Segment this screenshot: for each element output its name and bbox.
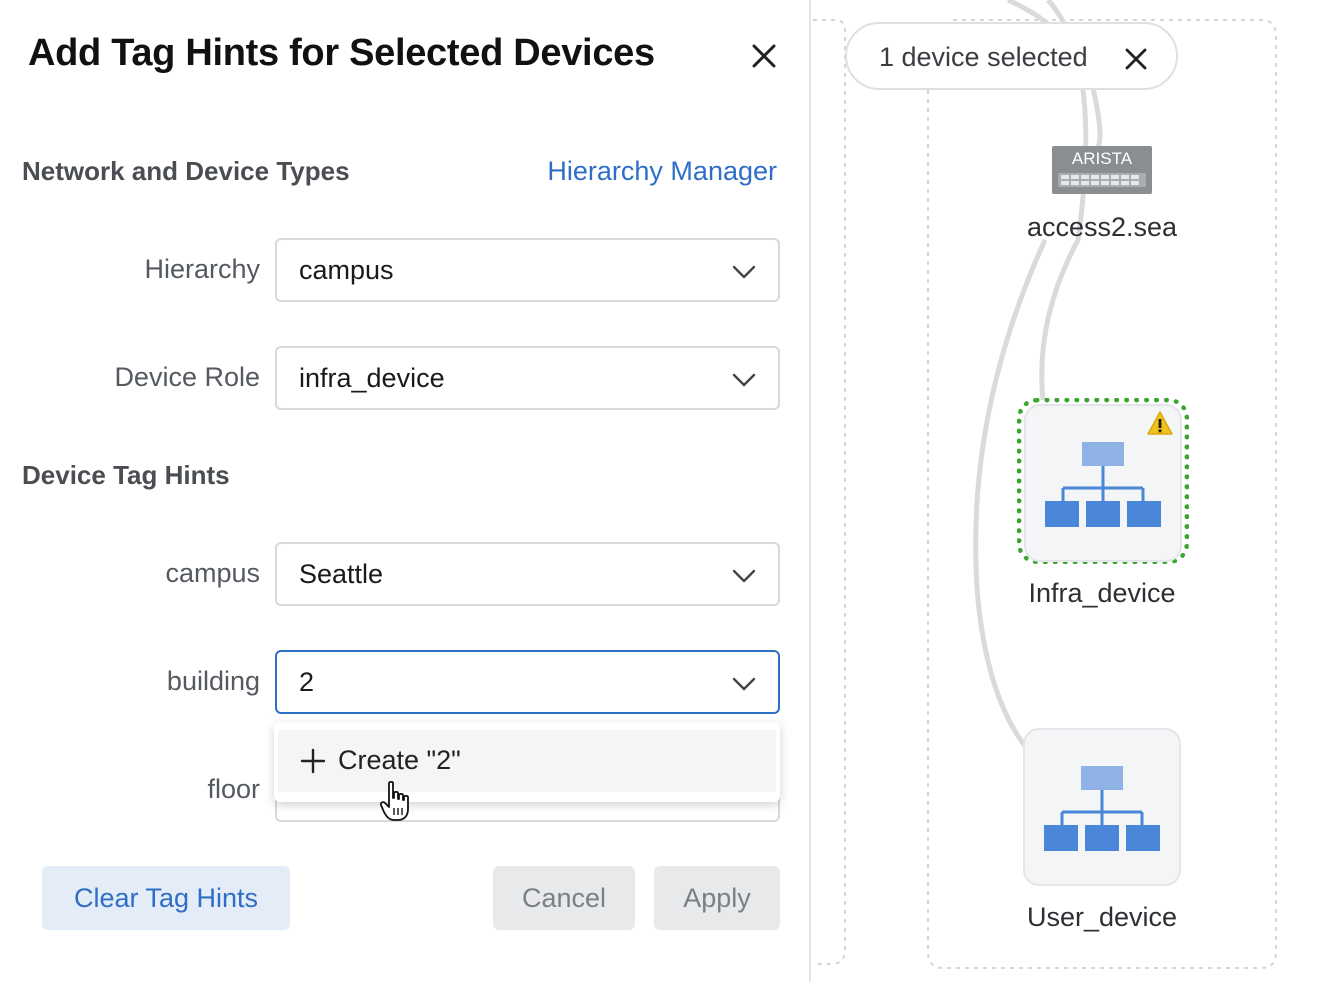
arista-logo-text: ARISTA	[1072, 149, 1133, 168]
building-value: 2	[299, 667, 315, 697]
close-icon[interactable]	[744, 36, 784, 76]
node-label-user-device: User_device	[1026, 902, 1178, 932]
node-label-access2: access2.sea	[1026, 212, 1178, 242]
node-label-infra-device: Infra_device	[1028, 578, 1176, 608]
panel-title: Add Tag Hints for Selected Devices	[28, 32, 655, 74]
create-option[interactable]: Create "2"	[278, 730, 776, 792]
chevron-down-icon	[732, 265, 756, 279]
hierarchy-label: Hierarchy	[144, 254, 260, 284]
device-role-select[interactable]: infra_device	[275, 346, 780, 410]
hierarchy-icon	[1044, 766, 1160, 851]
hierarchy-manager-link[interactable]: Hierarchy Manager	[547, 156, 777, 187]
campus-select[interactable]: Seattle	[275, 542, 780, 606]
floor-label: floor	[207, 774, 260, 804]
campus-value: Seattle	[299, 559, 384, 589]
cancel-button[interactable]: Cancel	[493, 866, 635, 930]
tag-hints-section-title: Device Tag Hints	[22, 460, 230, 490]
campus-label: campus	[165, 558, 260, 588]
building-select[interactable]: 2	[275, 650, 780, 714]
user-device-node[interactable]	[1023, 728, 1181, 886]
network-section-title: Network and Device Types	[22, 156, 350, 186]
clear-tag-hints-button[interactable]: Clear Tag Hints	[42, 866, 290, 930]
warning-icon	[1147, 411, 1173, 435]
chevron-down-icon	[732, 373, 756, 387]
apply-button[interactable]: Apply	[654, 866, 780, 930]
tag-hints-panel: Add Tag Hints for Selected Devices Netwo…	[0, 0, 811, 982]
device-role-label: Device Role	[114, 362, 260, 392]
hierarchy-value: campus	[299, 255, 394, 285]
chevron-down-icon	[732, 569, 756, 583]
create-option-label: Create "2"	[338, 745, 461, 775]
selection-chip-label: 1 device selected	[879, 42, 1088, 72]
arista-switch-icon[interactable]: ARISTA	[1052, 146, 1152, 194]
selection-chip: 1 device selected	[845, 22, 1178, 90]
chevron-down-icon	[732, 677, 756, 691]
topology-canvas[interactable]: 1 device selected ARISTA access2.sea Inf…	[813, 0, 1318, 982]
plus-icon	[300, 748, 326, 774]
hierarchy-select[interactable]: campus	[275, 238, 780, 302]
building-label: building	[166, 666, 260, 696]
close-icon[interactable]	[1121, 44, 1151, 74]
device-role-value: infra_device	[299, 363, 445, 393]
hand-cursor-icon	[380, 780, 409, 821]
building-dropdown-menu: Create "2"	[274, 722, 780, 802]
